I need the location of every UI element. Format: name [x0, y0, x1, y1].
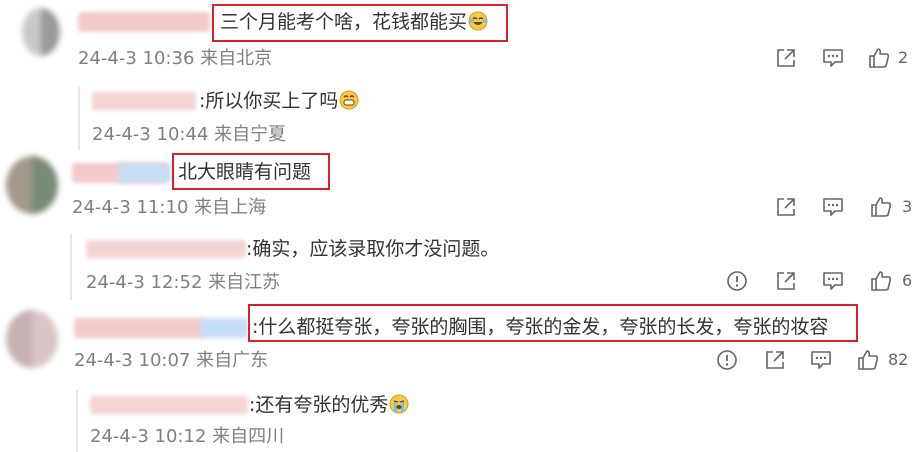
highlight-box: [172, 153, 330, 190]
username-blurred[interactable]: [90, 396, 248, 414]
avatar[interactable]: [6, 156, 58, 214]
like-icon[interactable]: [870, 270, 892, 292]
username-blurred[interactable]: [92, 92, 196, 110]
comment-icon[interactable]: [810, 349, 832, 371]
reply-thread-line: [70, 234, 72, 300]
reply-meta: 24-4-3 10:12 来自四川: [90, 426, 285, 447]
like-count: 2: [898, 48, 909, 67]
highlight-box: [212, 4, 508, 42]
avatar[interactable]: [22, 8, 60, 56]
share-icon[interactable]: [764, 349, 786, 371]
reply-text: :确实，应该录取你才没问题。: [246, 238, 500, 260]
reply-meta: 24-4-3 12:52 来自江苏: [86, 272, 281, 293]
share-icon[interactable]: [775, 47, 797, 69]
share-icon[interactable]: [775, 270, 797, 292]
like-count: 3: [902, 197, 913, 216]
grin-emoji: [339, 90, 359, 110]
reply-thread-line: [76, 390, 78, 452]
reply-text: :所以你买上了吗: [199, 89, 359, 113]
highlight-box: [248, 304, 858, 342]
comment-meta: 24-4-3 11:10 来自上海: [72, 197, 267, 218]
like-icon[interactable]: [857, 349, 879, 371]
like-icon[interactable]: [868, 47, 890, 69]
reply-meta: 24-4-3 10:44 来自宁夏: [92, 124, 287, 145]
reply-thread-line: [78, 86, 80, 150]
share-icon[interactable]: [775, 196, 797, 218]
avatar[interactable]: [6, 310, 58, 368]
username-blurred-tail: [200, 318, 248, 338]
report-icon[interactable]: [726, 270, 748, 292]
comment-icon[interactable]: [822, 196, 844, 218]
comment-meta: 24-4-3 10:07 来自广东: [74, 350, 269, 371]
username-blurred[interactable]: [78, 12, 210, 32]
comment-icon[interactable]: [822, 47, 844, 69]
username-blurred-tail: [118, 163, 170, 183]
username-blurred[interactable]: [86, 240, 246, 258]
username-blurred[interactable]: [74, 318, 204, 338]
reply-text: :还有夸张的优秀: [249, 393, 409, 417]
comment-icon[interactable]: [822, 270, 844, 292]
like-count: 6: [902, 271, 913, 290]
comment-meta: 24-4-3 10:36 来自北京: [78, 48, 273, 69]
report-icon[interactable]: [716, 349, 738, 371]
like-count: 82: [888, 350, 909, 369]
crying-emoji: [389, 394, 409, 414]
like-icon[interactable]: [870, 196, 892, 218]
